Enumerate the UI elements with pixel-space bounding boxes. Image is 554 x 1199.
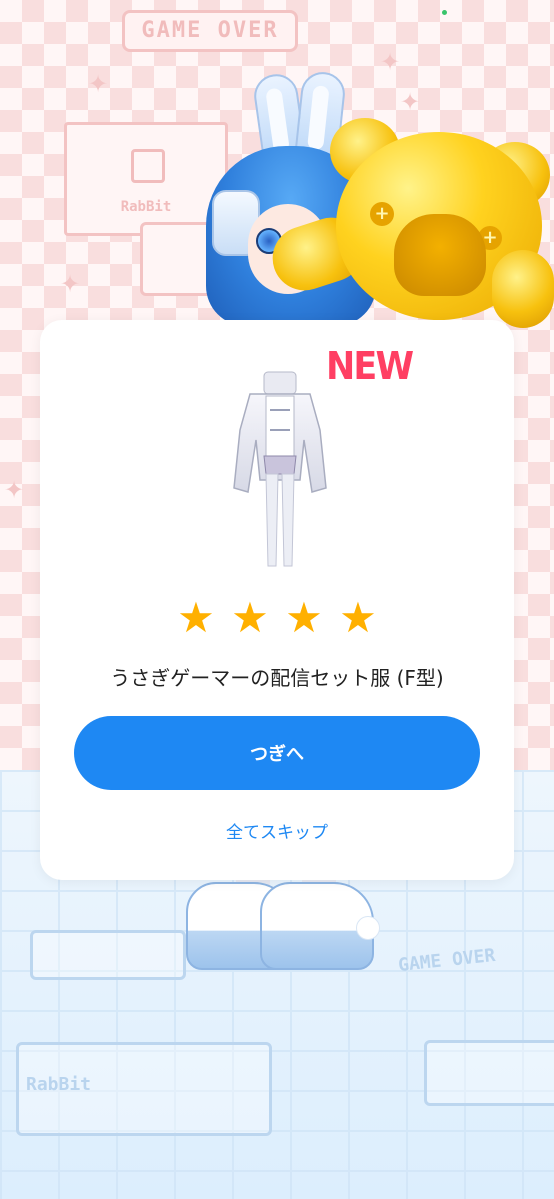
rabbit-label: RabBit [120, 199, 172, 215]
sparkle-icon: ✦ [4, 476, 25, 504]
sneaker-pompom [356, 916, 380, 940]
floor-rabbit-label: RabBit [26, 1074, 92, 1095]
rabbit-window-decor: RabBit [64, 122, 228, 236]
next-button[interactable]: つぎへ [74, 716, 480, 790]
sparkle-icon: ✦ [60, 270, 81, 298]
sparkle-icon: ✦ [380, 48, 401, 76]
bear-eye-icon: + [370, 202, 394, 226]
skip-all-link[interactable]: 全てスキップ [0, 818, 554, 843]
bear-arm [492, 250, 554, 328]
new-badge: NEW [326, 344, 414, 388]
camera-indicator-dot [442, 10, 447, 15]
rabbit-pixel-icon [131, 149, 165, 183]
star-icon: ★ [285, 593, 323, 642]
floor-window-decor [424, 1040, 554, 1106]
outfit-preview-image [233, 371, 327, 567]
sparkle-icon: ✦ [400, 88, 421, 116]
rarity-stars: ★ ★ ★ ★ [0, 593, 554, 642]
sparkle-icon: ✦ [88, 70, 109, 98]
star-icon: ★ [231, 593, 269, 642]
bear-mouth [394, 214, 486, 296]
star-icon: ★ [177, 593, 215, 642]
star-icon: ★ [339, 593, 377, 642]
game-over-sign: GAME OVER [122, 10, 298, 52]
floor-window-decor [30, 930, 186, 980]
item-name: うさぎゲーマーの配信セット服 (F型) [110, 666, 444, 690]
